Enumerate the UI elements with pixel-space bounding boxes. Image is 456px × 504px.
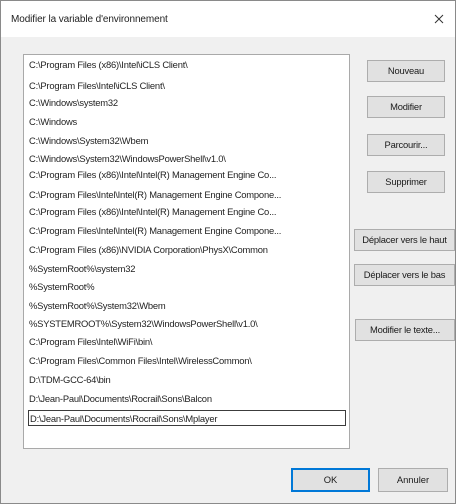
path-list-item[interactable]: C:\Windows — [29, 114, 347, 130]
path-list[interactable]: C:\Program Files (x86)\Intel\iCLS Client… — [23, 54, 350, 449]
browse-button[interactable]: Parcourir... — [367, 134, 445, 156]
path-list-item[interactable]: %SystemRoot%\system32 — [29, 261, 347, 277]
path-list-item[interactable]: D:\Jean-Paul\Documents\Rocrail\Sons\Balc… — [29, 391, 347, 407]
path-list-item[interactable]: C:\Windows\System32\WindowsPowerShell\v1… — [29, 151, 347, 167]
close-button[interactable] — [427, 7, 451, 31]
path-list-item[interactable]: C:\Program Files\Intel\Intel(R) Manageme… — [29, 223, 347, 239]
path-list-item[interactable]: C:\Program Files\Common Files\Intel\Wire… — [29, 353, 347, 369]
path-list-item[interactable]: C:\Program Files\Intel\Intel(R) Manageme… — [29, 187, 347, 203]
new-button[interactable]: Nouveau — [367, 60, 445, 82]
path-list-item[interactable]: %SystemRoot%\System32\Wbem — [29, 298, 347, 314]
title-bar: Modifier la variable d'environnement — [1, 1, 455, 37]
path-list-item[interactable]: C:\Windows\System32\Wbem — [29, 133, 347, 149]
move-up-button[interactable]: Déplacer vers le haut — [354, 229, 455, 251]
edit-button[interactable]: Modifier — [367, 96, 445, 118]
dialog-title: Modifier la variable d'environnement — [11, 14, 168, 25]
delete-button[interactable]: Supprimer — [367, 171, 445, 193]
path-list-item[interactable]: C:\Program Files (x86)\Intel\Intel(R) Ma… — [29, 167, 347, 183]
path-list-item[interactable]: C:\Program Files (x86)\NVIDIA Corporatio… — [29, 242, 347, 258]
path-list-item[interactable]: C:\Program Files (x86)\Intel\iCLS Client… — [29, 57, 347, 73]
path-list-item[interactable]: C:\Program Files\Intel\WiFi\bin\ — [29, 334, 347, 350]
close-icon — [434, 14, 444, 24]
edit-text-button[interactable]: Modifier le texte... — [355, 319, 455, 341]
path-list-item[interactable]: D:\TDM-GCC-64\bin — [29, 372, 347, 388]
path-list-item[interactable]: C:\Windows\system32 — [29, 95, 347, 111]
cancel-button[interactable]: Annuler — [378, 468, 448, 492]
path-list-item[interactable]: %SystemRoot% — [29, 279, 347, 295]
path-list-item[interactable]: C:\Program Files (x86)\Intel\Intel(R) Ma… — [29, 204, 347, 220]
path-list-item[interactable]: %SYSTEMROOT%\System32\WindowsPowerShell\… — [29, 316, 347, 332]
path-list-item[interactable]: C:\Program Files\Intel\iCLS Client\ — [29, 78, 347, 94]
path-list-item[interactable]: D:\Jean-Paul\Documents\Rocrail\Sons\Mpla… — [28, 410, 346, 426]
edit-env-variable-dialog: Modifier la variable d'environnement C:\… — [0, 0, 456, 504]
ok-button[interactable]: OK — [291, 468, 370, 492]
move-down-button[interactable]: Déplacer vers le bas — [354, 264, 455, 286]
